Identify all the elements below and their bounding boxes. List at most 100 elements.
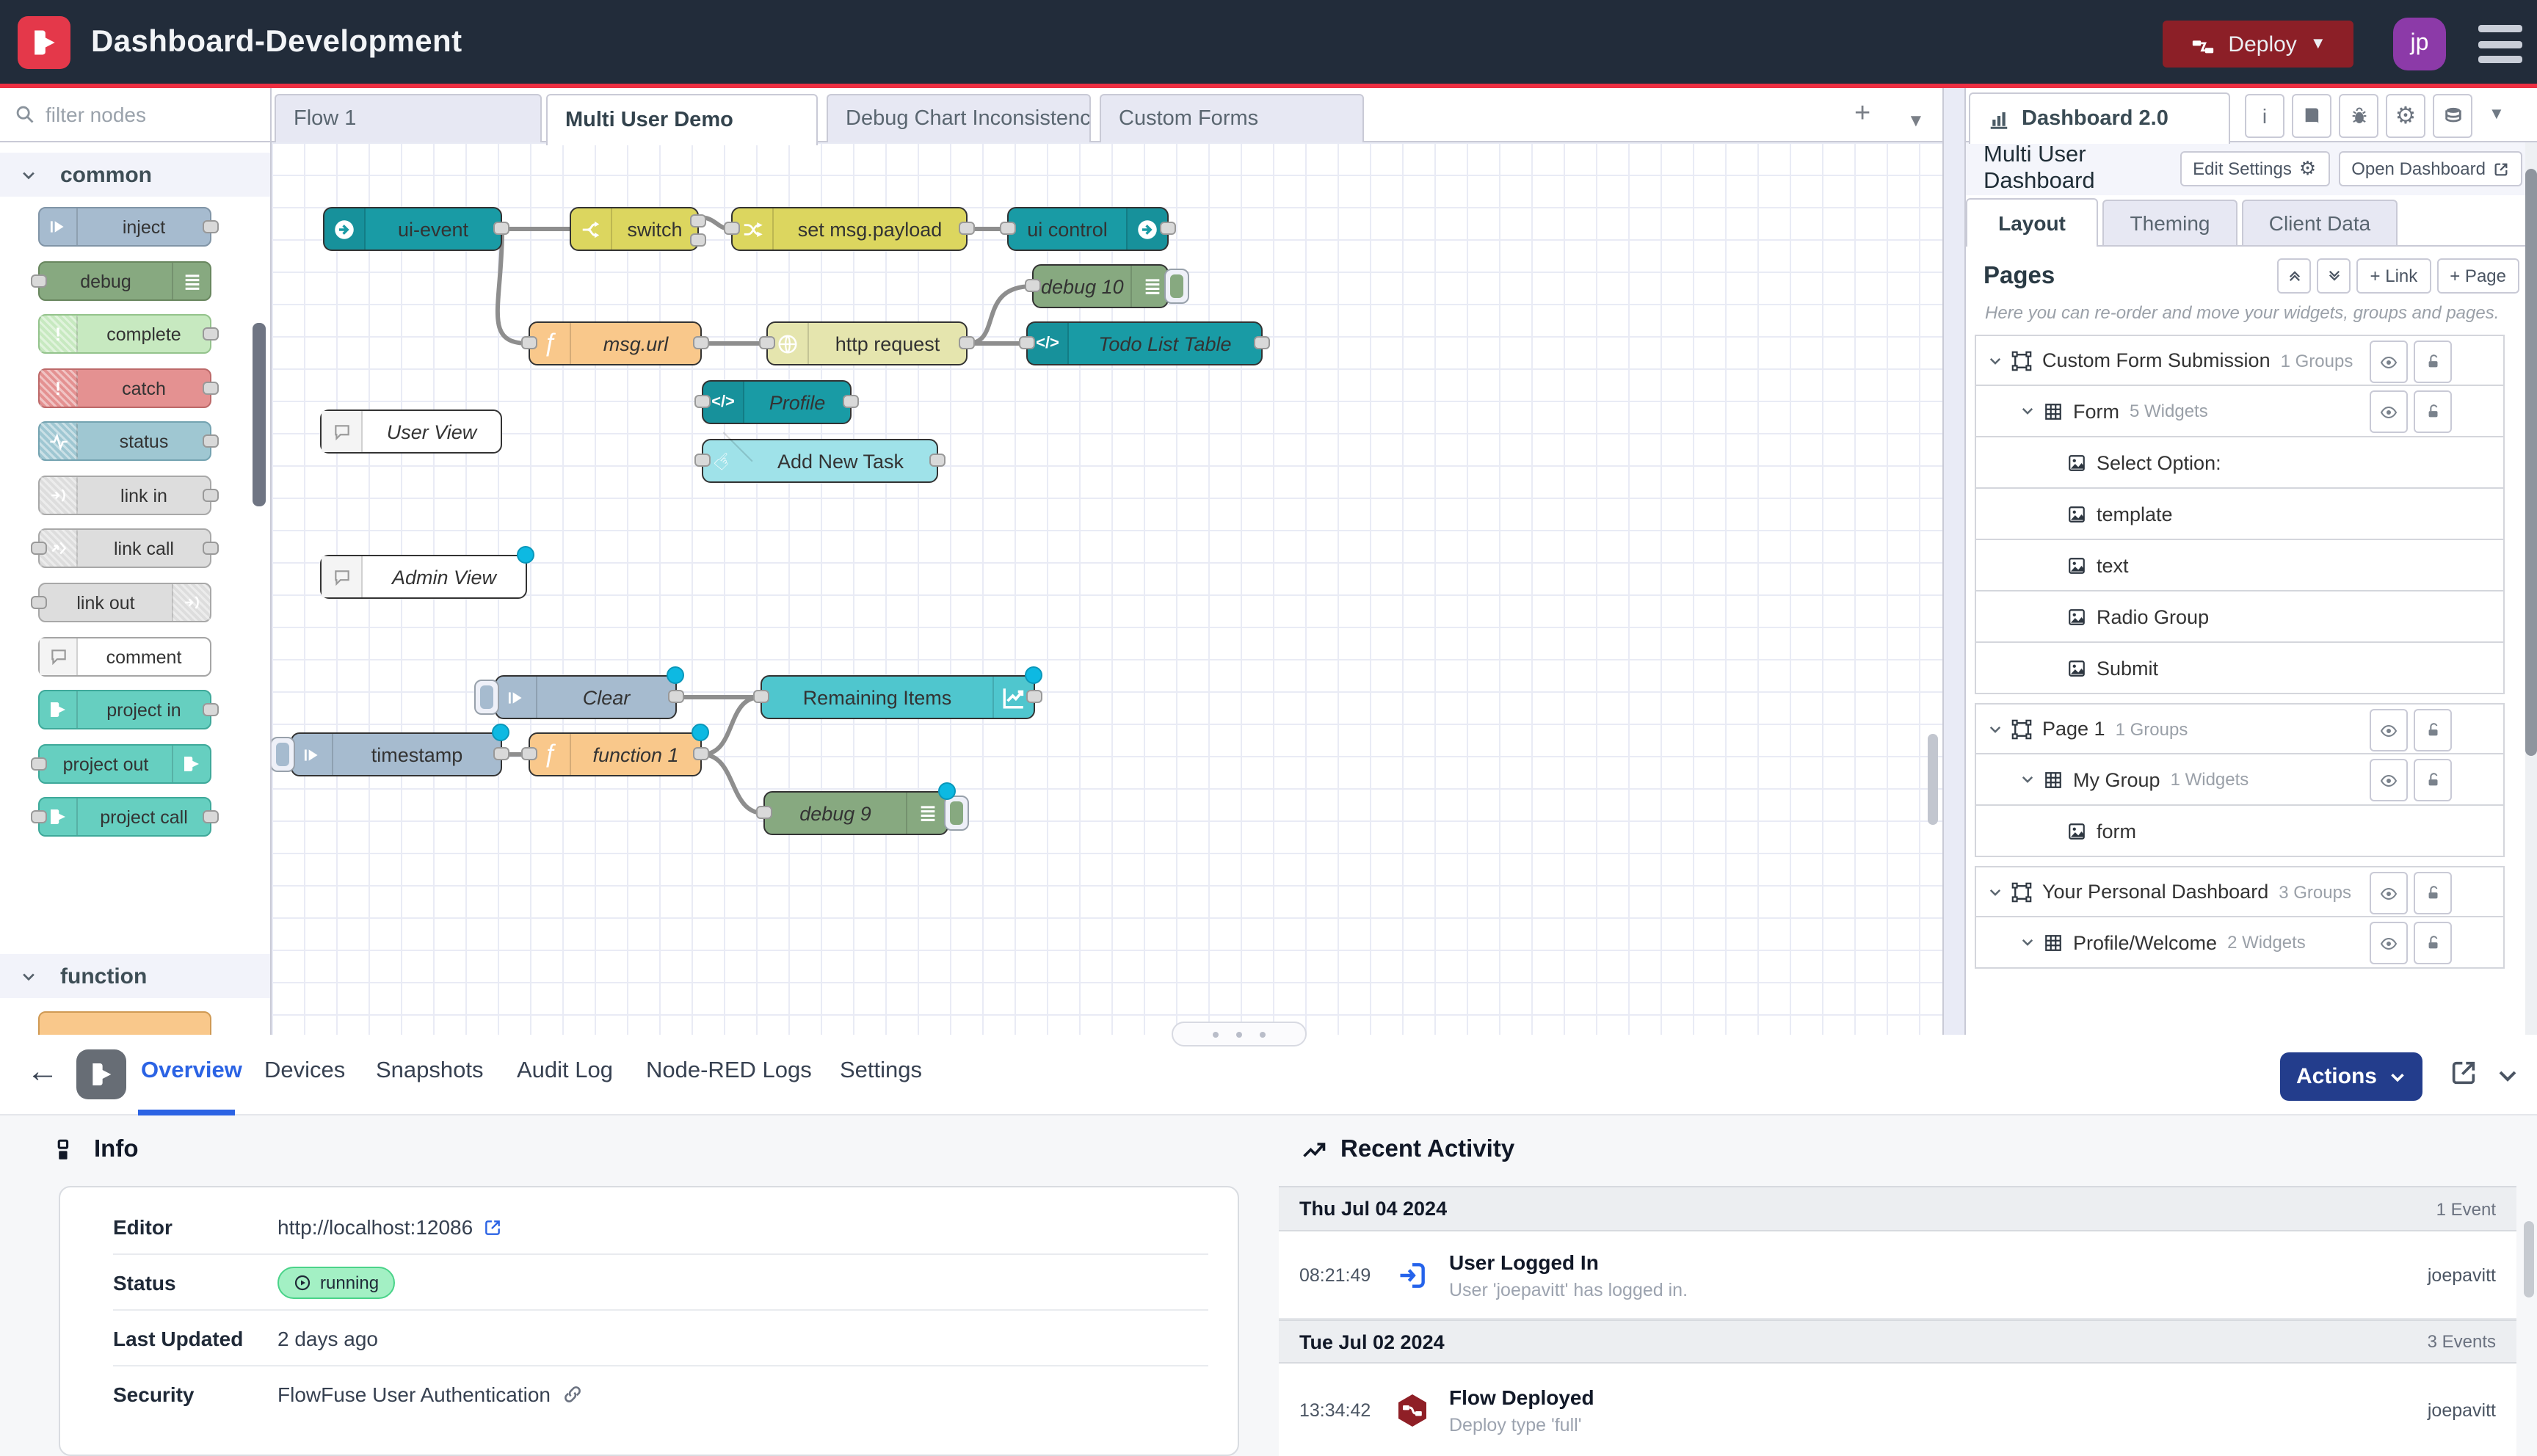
inject-button[interactable] — [474, 679, 499, 714]
input-port[interactable] — [756, 806, 772, 819]
collapse-chevron-icon[interactable] — [2496, 1064, 2519, 1088]
output-port[interactable] — [1254, 336, 1270, 349]
flow-node-ui-event[interactable]: ui-event — [323, 207, 502, 251]
activity-event[interactable]: 13:34:42 Flow Deployed Deploy type 'full… — [1279, 1364, 2516, 1456]
palette-node-project-in[interactable]: project in — [38, 690, 211, 729]
input-port[interactable] — [694, 454, 711, 467]
flow-node-set-msg-payload[interactable]: set msg.payload — [731, 207, 968, 251]
output-port[interactable] — [959, 336, 975, 349]
palette-node-complete[interactable]: ! complete — [38, 314, 211, 354]
deploy-button[interactable]: Deploy ▼ — [2163, 21, 2353, 68]
output-port-2[interactable] — [690, 233, 706, 247]
add-link-button[interactable]: + Link — [2357, 258, 2431, 294]
nav-tab-snapshots[interactable]: Snapshots — [376, 1058, 484, 1085]
tree-row-widget[interactable]: text — [1975, 540, 2505, 592]
output-port[interactable] — [493, 747, 509, 760]
input-port[interactable] — [759, 336, 775, 349]
edit-settings-button[interactable]: Edit Settings ⚙ — [2180, 151, 2329, 186]
flow-node-msg-url[interactable]: ƒ msg.url — [529, 321, 702, 365]
chevron-down-icon[interactable] — [2020, 772, 2035, 787]
unlock-icon[interactable] — [2414, 872, 2452, 914]
chevron-down-icon[interactable] — [1988, 353, 2003, 368]
sidebar-caret-icon[interactable]: ▼ — [2489, 106, 2505, 123]
tab-theming[interactable]: Theming — [2102, 200, 2237, 247]
flow-node-profile[interactable]: </> Profile — [702, 380, 852, 424]
input-port[interactable] — [31, 274, 47, 287]
unlock-icon[interactable] — [2414, 390, 2452, 433]
gear-icon[interactable]: ⚙ — [2386, 94, 2425, 138]
unlock-icon[interactable] — [2414, 709, 2452, 751]
sidebar-splitter[interactable] — [1942, 88, 1966, 1035]
editor-link[interactable]: http://localhost:12086 — [277, 1215, 502, 1239]
eye-icon[interactable] — [2370, 759, 2408, 801]
palette-node-link-in[interactable]: link in — [38, 476, 211, 515]
add-page-button[interactable]: + Page — [2436, 258, 2519, 294]
layers-icon[interactable] — [2433, 94, 2472, 138]
output-port[interactable] — [693, 336, 709, 349]
tree-row-page[interactable]: Custom Form Submission 1 Groups — [1975, 335, 2505, 386]
flow-node-remaining-items[interactable]: Remaining Items — [761, 675, 1035, 719]
output-port[interactable] — [203, 327, 219, 340]
input-port[interactable] — [1025, 279, 1041, 292]
output-port[interactable] — [203, 381, 219, 394]
tree-row-page[interactable]: Your Personal Dashboard 3 Groups — [1975, 866, 2505, 917]
palette-scrollbar[interactable] — [253, 323, 266, 506]
output-port[interactable] — [203, 434, 219, 447]
nav-tab-overview[interactable]: Overview — [141, 1058, 242, 1085]
tab-debug-chart[interactable]: Debug Chart Inconsistence S — [827, 94, 1091, 144]
flow-node-http-request[interactable]: http request — [766, 321, 968, 365]
palette-section-function[interactable]: function — [0, 954, 270, 998]
input-port[interactable] — [1000, 222, 1016, 235]
eye-icon[interactable] — [2370, 709, 2408, 751]
activity-event[interactable]: 08:21:49 User Logged In User 'joepavitt'… — [1279, 1231, 2516, 1320]
chevron-down-icon[interactable] — [1988, 884, 2003, 899]
input-port[interactable] — [521, 336, 537, 349]
input-port[interactable] — [31, 541, 47, 554]
output-port[interactable] — [1160, 222, 1176, 235]
nav-tab-audit-log[interactable]: Audit Log — [517, 1058, 613, 1085]
palette-node-project-call[interactable]: project call — [38, 797, 211, 837]
debug-toggle-button[interactable] — [1164, 268, 1189, 303]
chevron-down-icon[interactable] — [2020, 935, 2035, 950]
debug-toggle-button[interactable] — [944, 795, 969, 830]
output-port[interactable] — [693, 747, 709, 760]
flow-node-clear-inject[interactable]: Clear — [495, 675, 677, 719]
tree-row-group[interactable]: Profile/Welcome 2 Widgets — [1975, 917, 2505, 969]
open-dashboard-button[interactable]: Open Dashboard — [2338, 151, 2522, 186]
inject-button[interactable] — [272, 736, 295, 771]
deploy-caret-icon[interactable]: ▼ — [2310, 35, 2326, 53]
input-port[interactable] — [31, 595, 47, 608]
output-port[interactable] — [203, 488, 219, 501]
tab-layout[interactable]: Layout — [1966, 198, 2098, 247]
palette-node-status[interactable]: status — [38, 421, 211, 461]
nav-tab-node-red-logs[interactable]: Node-RED Logs — [646, 1058, 812, 1085]
info-icon[interactable]: i — [2245, 94, 2284, 138]
canvas-vertical-scrollbar[interactable] — [1928, 734, 1938, 825]
unlock-icon[interactable] — [2414, 922, 2452, 964]
palette-node-debug[interactable]: debug — [38, 261, 211, 301]
tree-row-widget[interactable]: template — [1975, 489, 2505, 540]
palette-node-inject[interactable]: inject — [38, 207, 211, 247]
input-port[interactable] — [753, 690, 769, 703]
tab-flow-1[interactable]: Flow 1 — [275, 94, 542, 144]
palette-node-partial[interactable] — [38, 1011, 211, 1035]
unlock-icon[interactable] — [2414, 341, 2452, 383]
tab-custom-forms[interactable]: Custom Forms — [1100, 94, 1364, 144]
palette-node-comment[interactable]: comment — [38, 637, 211, 677]
search-input[interactable] — [46, 103, 222, 126]
output-port[interactable] — [929, 454, 946, 467]
eye-icon[interactable] — [2370, 390, 2408, 433]
tree-row-group[interactable]: Form 5 Widgets — [1975, 386, 2505, 437]
eye-icon[interactable] — [2370, 872, 2408, 914]
output-port-1[interactable] — [690, 214, 706, 228]
output-port[interactable] — [203, 702, 219, 716]
panel-resize-handle[interactable] — [1172, 1022, 1307, 1046]
chevron-down-icon[interactable] — [2020, 404, 2035, 418]
output-port[interactable] — [843, 395, 859, 408]
tree-row-widget[interactable]: Radio Group — [1975, 592, 2505, 643]
tree-row-page[interactable]: Page 1 1 Groups — [1975, 703, 2505, 754]
tree-row-group[interactable]: My Group 1 Widgets — [1975, 754, 2505, 806]
add-flow-icon[interactable]: + — [1854, 100, 1870, 129]
flow-node-user-view-comment[interactable]: User View — [320, 410, 502, 454]
flow-node-todo-list-table[interactable]: </> Todo List Table — [1026, 321, 1263, 365]
